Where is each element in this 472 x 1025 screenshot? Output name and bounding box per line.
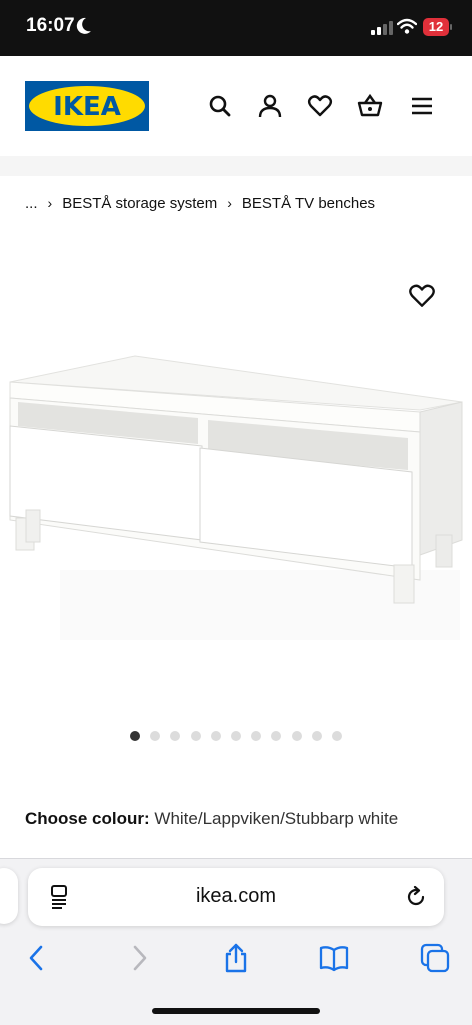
gallery-dot[interactable] [331, 731, 342, 741]
gallery-dot[interactable] [291, 731, 302, 741]
status-bar: 16:07 12 [0, 0, 472, 56]
menu-icon[interactable] [409, 93, 435, 119]
url-text: ikea.com [195, 885, 277, 907]
header-divider-band [0, 156, 472, 176]
breadcrumb-ellipsis[interactable]: ... [25, 195, 38, 212]
status-time: 16:07 [26, 15, 75, 36]
moon-icon [76, 17, 91, 34]
gallery-dot[interactable] [251, 731, 262, 741]
battery-tip [450, 24, 452, 30]
chevron-right-icon: › [47, 195, 53, 211]
chevron-right-icon: › [227, 195, 232, 211]
address-bar[interactable]: ikea.com [28, 868, 444, 926]
add-to-favourites-heart-icon[interactable] [408, 282, 436, 310]
gallery-dot[interactable] [130, 731, 140, 741]
breadcrumb: ... › BESTÅ storage system › BESTÅ TV be… [25, 192, 375, 214]
share-icon[interactable] [221, 943, 251, 973]
battery-indicator: 12 [423, 18, 449, 36]
gallery-pagination [130, 731, 352, 741]
bookmarks-icon[interactable] [319, 943, 349, 973]
gallery-dot[interactable] [230, 731, 241, 741]
heart-icon[interactable] [307, 93, 333, 119]
wifi-icon [397, 18, 417, 34]
gallery-dot[interactable] [150, 731, 161, 741]
forward-icon[interactable] [124, 943, 154, 973]
back-icon[interactable] [22, 943, 52, 973]
tabs-icon[interactable] [420, 943, 450, 973]
previous-tab-peek[interactable] [0, 868, 18, 924]
profile-icon[interactable] [257, 93, 283, 119]
basket-icon[interactable] [357, 93, 383, 119]
gallery-dot[interactable] [271, 731, 282, 741]
cellular-signal-icon [371, 21, 393, 35]
gallery-dot[interactable] [170, 731, 181, 741]
gallery-dot[interactable] [190, 731, 201, 741]
gallery-dot[interactable] [311, 731, 322, 741]
site-header: IKEA [0, 56, 472, 156]
ikea-logo[interactable]: IKEA [25, 81, 149, 131]
breadcrumb-besta-tv-benches[interactable]: BESTÅ TV benches [242, 195, 375, 212]
product-image-tv-bench[interactable] [0, 340, 472, 660]
logo-text: IKEA [53, 92, 121, 122]
breadcrumb-besta-storage-system[interactable]: BESTÅ storage system [62, 195, 217, 212]
gallery-dot[interactable] [210, 731, 221, 741]
colour-value: White/Lappviken/Stubbarp white [154, 809, 399, 828]
colour-selector[interactable]: Choose colour: White/Lappviken/Stubbarp … [25, 809, 398, 829]
search-icon[interactable] [207, 93, 233, 119]
colour-label: Choose colour: [25, 809, 150, 828]
reload-icon[interactable] [404, 885, 428, 909]
home-indicator [152, 1008, 320, 1014]
